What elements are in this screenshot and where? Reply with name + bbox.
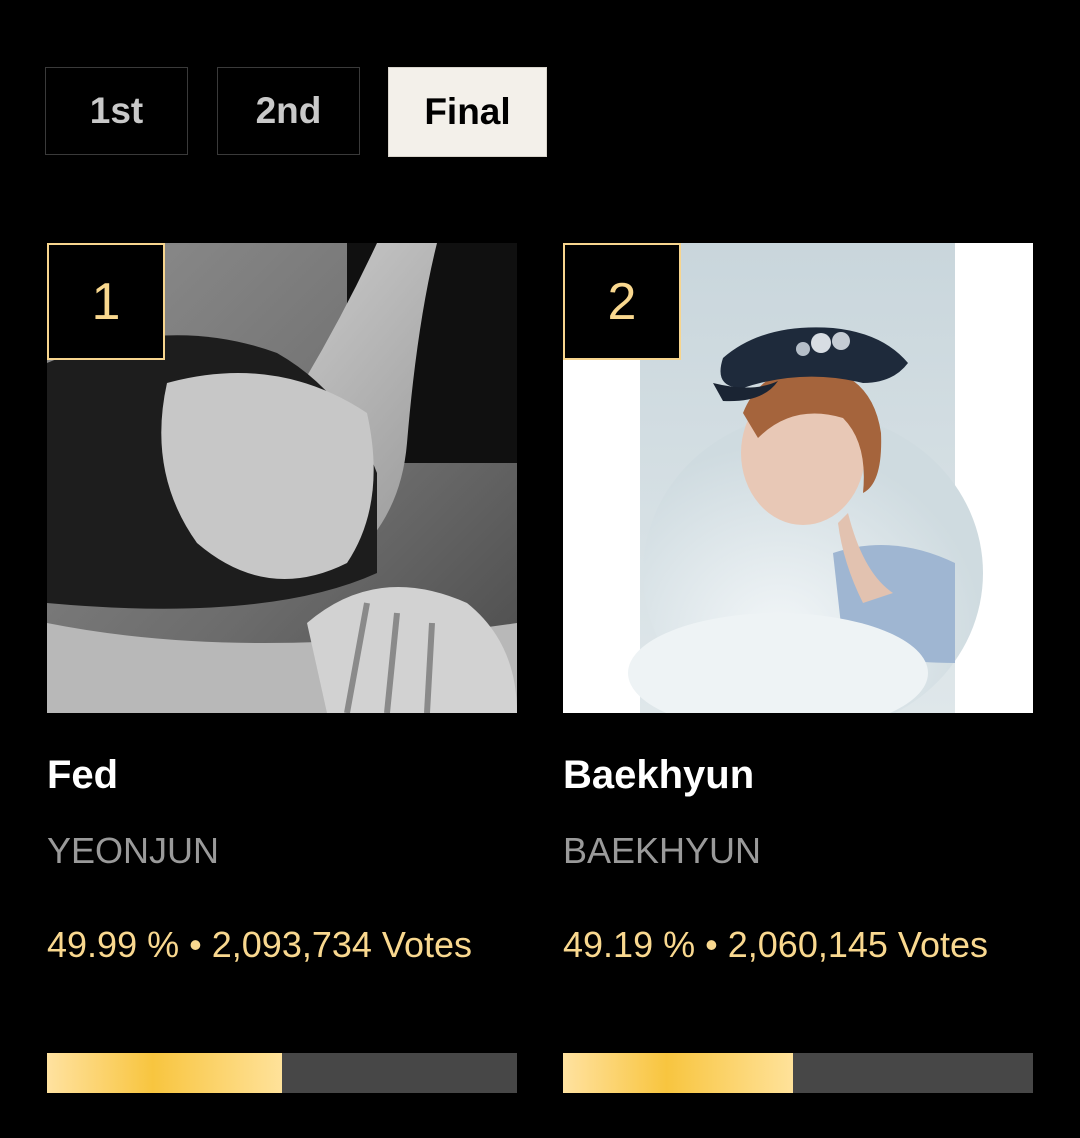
votes-label: Votes <box>897 924 988 965</box>
separator-dot: • <box>189 924 202 965</box>
vote-stats: 49.99 % • 2,093,734 Votes <box>47 915 517 974</box>
vote-percent: 49.19 % <box>563 924 696 965</box>
vote-percent: 49.99 % <box>47 924 180 965</box>
candidate-card-2[interactable]: 2 Baekhyun BAEKHYUN 49.19 % • 2,060,145 … <box>563 243 1033 1093</box>
tab-1st[interactable]: 1st <box>45 67 188 155</box>
vote-progress-bar <box>47 1053 517 1093</box>
vote-count: 2,060,145 <box>727 924 888 965</box>
song-title: Baekhyun <box>563 753 755 797</box>
album-cover-image: 2 <box>563 243 1033 713</box>
rank-badge: 2 <box>563 243 681 360</box>
vote-stats: 49.19 % • 2,060,145 Votes <box>563 915 1033 974</box>
song-title: Fed <box>47 753 119 797</box>
tab-2nd[interactable]: 2nd <box>217 67 360 155</box>
vote-count: 2,093,734 <box>211 924 372 965</box>
artist-name: YEONJUN <box>47 830 220 871</box>
rank-badge: 1 <box>47 243 165 360</box>
separator-dot: • <box>705 924 718 965</box>
votes-label: Votes <box>381 924 472 965</box>
vote-progress-fill <box>47 1053 282 1093</box>
artist-name: BAEKHYUN <box>563 830 762 871</box>
vote-progress-fill <box>563 1053 794 1093</box>
candidate-card-1[interactable]: 1 Fed YEONJUN 49.99 % • 2,093,734 Votes <box>47 243 517 1093</box>
tab-final[interactable]: Final <box>388 67 547 157</box>
album-cover-image: 1 <box>47 243 517 713</box>
vote-progress-bar <box>563 1053 1033 1093</box>
